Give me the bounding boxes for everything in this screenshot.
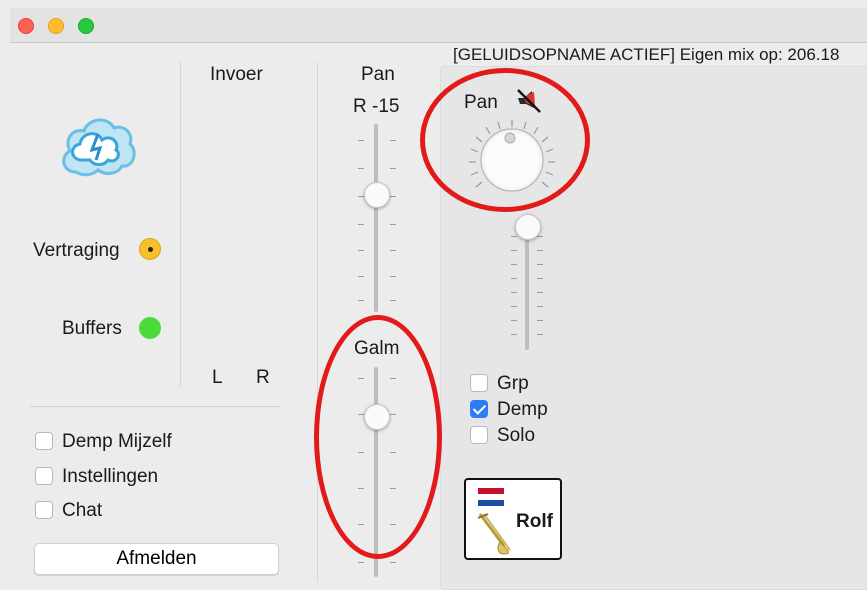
left-column-divider xyxy=(180,62,181,388)
chat-checkbox[interactable] xyxy=(35,501,53,519)
input-title: Invoer xyxy=(210,64,263,85)
pan-knob-highlight xyxy=(420,68,590,212)
musician-name: Rolf xyxy=(516,511,553,532)
pan-title: Pan xyxy=(361,64,395,85)
buffers-label: Buffers xyxy=(62,318,122,339)
close-window-button[interactable] xyxy=(18,18,34,34)
musician-card[interactable]: Rolf xyxy=(464,478,562,560)
solo-label: Solo xyxy=(497,425,536,446)
input-column-divider xyxy=(317,62,318,582)
input-right-channel-label: R xyxy=(256,367,270,388)
mute-myself-checkbox[interactable] xyxy=(35,432,53,450)
pan-slider-thumb[interactable] xyxy=(364,182,390,208)
minimize-window-button[interactable] xyxy=(48,18,64,34)
window-titlebar xyxy=(10,8,867,43)
reverb-highlight xyxy=(314,315,442,559)
delay-status-indicator xyxy=(139,238,161,260)
pan-slider-track[interactable] xyxy=(374,124,378,312)
group-label: Grp xyxy=(497,373,529,394)
group-checkbox[interactable] xyxy=(470,374,488,392)
buffers-status-indicator xyxy=(139,317,161,339)
cloud-logo-icon xyxy=(62,118,136,177)
input-left-channel-label: L xyxy=(212,367,223,388)
channel-fader-thumb[interactable] xyxy=(515,214,541,240)
delay-label: Vertraging xyxy=(33,240,120,261)
zoom-window-button[interactable] xyxy=(78,18,94,34)
options-divider xyxy=(30,406,280,407)
settings-checkbox[interactable] xyxy=(35,467,53,485)
trombone-icon xyxy=(477,513,511,555)
chat-label: Chat xyxy=(62,500,103,521)
recording-status-text: [GELUIDSOPNAME ACTIEF] Eigen mix op: 206… xyxy=(453,45,840,64)
mute-myself-label: Demp Mijzelf xyxy=(62,431,172,452)
mute-label: Demp xyxy=(497,399,548,420)
mute-checkbox[interactable] xyxy=(470,400,488,418)
logout-button[interactable]: Afmelden xyxy=(34,543,279,575)
settings-label: Instellingen xyxy=(62,466,159,487)
solo-checkbox[interactable] xyxy=(470,426,488,444)
netherlands-flag-icon xyxy=(478,488,504,506)
pan-value-label: R -15 xyxy=(353,96,400,117)
